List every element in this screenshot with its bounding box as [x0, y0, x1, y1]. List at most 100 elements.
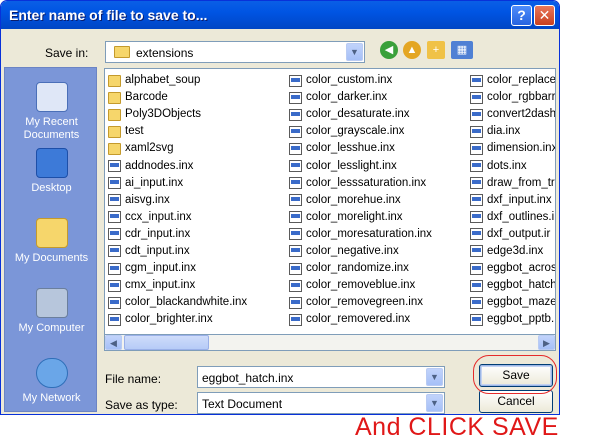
- file-icon: [289, 160, 302, 173]
- file-list-item[interactable]: aisvg.inx: [108, 192, 288, 209]
- file-list-item[interactable]: eggbot_pptb.: [470, 311, 555, 328]
- file-list-item[interactable]: cgm_input.inx: [108, 260, 288, 277]
- chevron-down-icon[interactable]: ▼: [426, 394, 443, 412]
- file-list-item[interactable]: color_lesslight.inx: [289, 157, 469, 174]
- scroll-thumb[interactable]: [124, 335, 209, 350]
- file-list-item[interactable]: Barcode: [108, 89, 288, 106]
- file-icon: [108, 194, 121, 207]
- file-list-item[interactable]: color_desaturate.inx: [289, 106, 469, 123]
- file-icon: [470, 125, 483, 138]
- file-name-text: color_removered.inx: [306, 313, 411, 326]
- file-icon: [289, 211, 302, 224]
- file-list-item[interactable]: dimension.inx: [470, 140, 555, 157]
- place-my-documents[interactable]: My Documents: [5, 218, 98, 265]
- file-name-text: cmx_input.inx: [125, 279, 196, 292]
- file-list-item[interactable]: color_brighter.inx: [108, 311, 288, 328]
- file-list-item[interactable]: Poly3DObjects: [108, 106, 288, 123]
- file-list-item[interactable]: color_negative.inx: [289, 243, 469, 260]
- file-list-item[interactable]: addnodes.inx: [108, 157, 288, 174]
- save-as-type-arrow[interactable]: ▼: [426, 394, 443, 412]
- file-list-item[interactable]: dxf_input.inx: [470, 192, 555, 209]
- file-list-item[interactable]: color_removered.inx: [289, 311, 469, 328]
- place-my-network[interactable]: My Network: [5, 358, 98, 405]
- up-folder-icon[interactable]: ▲: [403, 41, 421, 59]
- file-list-item[interactable]: ccx_input.inx: [108, 209, 288, 226]
- file-list-item[interactable]: color_darker.inx: [289, 89, 469, 106]
- file-icon: [470, 194, 483, 207]
- file-list-item[interactable]: alphabet_soup: [108, 72, 288, 89]
- file-list-item[interactable]: color_replace: [470, 72, 555, 89]
- file-list-item[interactable]: color_rgbbarr: [470, 89, 556, 106]
- file-list-item[interactable]: dxf_outlines.i: [470, 209, 555, 226]
- file-list-item[interactable]: draw_from_tr: [470, 175, 555, 192]
- file-list-item[interactable]: cdr_input.inx: [108, 226, 288, 243]
- file-list-item[interactable]: color_blackandwhite.inx: [108, 294, 288, 311]
- file-icon: [108, 279, 121, 292]
- file-list-item[interactable]: color_morehue.inx: [289, 192, 469, 209]
- file-list-item[interactable]: eggbot_hatch: [470, 277, 555, 294]
- file-name-text: color_rgbbarr: [487, 91, 556, 104]
- place-my-computer[interactable]: My Computer: [5, 288, 98, 335]
- file-name-text: color_desaturate.inx: [306, 108, 410, 121]
- file-name-text: aisvg.inx: [125, 193, 170, 206]
- file-list-item[interactable]: color_randomize.inx: [289, 260, 469, 277]
- recent-documents-icon: [35, 82, 68, 112]
- file-list-item[interactable]: edge3d.inx: [470, 243, 555, 260]
- scroll-left-icon[interactable]: ◀: [105, 335, 122, 350]
- file-list-item[interactable]: color_grayscale.inx: [289, 123, 469, 140]
- file-list-item[interactable]: color_moresaturation.inx: [289, 226, 469, 243]
- file-icon: [470, 228, 483, 241]
- place-recent[interactable]: My Recent Documents: [5, 82, 98, 142]
- file-name-input[interactable]: eggbot_hatch.inx ▼: [197, 366, 445, 388]
- file-name-text: color_brighter.inx: [125, 313, 213, 326]
- file-list-item[interactable]: color_lesshue.inx: [289, 140, 469, 157]
- file-icon: [108, 228, 121, 241]
- file-list-item[interactable]: color_morelight.inx: [289, 209, 469, 226]
- file-list-item[interactable]: color_removegreen.inx: [289, 294, 469, 311]
- file-list-item[interactable]: dots.inx: [470, 157, 555, 174]
- place-label: My Computer: [18, 322, 85, 334]
- file-icon: [470, 211, 483, 224]
- file-list-item[interactable]: color_custom.inx: [289, 72, 469, 89]
- file-name-text: Poly3DObjects: [125, 108, 202, 121]
- file-list-item[interactable]: xaml2svg: [108, 140, 288, 157]
- save-as-type-label: Save as type:: [105, 398, 178, 412]
- file-icon: [470, 296, 483, 309]
- chevron-down-icon[interactable]: ▼: [426, 368, 443, 386]
- file-list-item[interactable]: cmx_input.inx: [108, 277, 288, 294]
- file-name-text: color_darker.inx: [306, 91, 388, 104]
- file-list-item[interactable]: ai_input.inx: [108, 175, 288, 192]
- file-list-item[interactable]: dia.inx: [470, 123, 555, 140]
- file-list-item[interactable]: eggbot_acros: [470, 260, 555, 277]
- chevron-down-icon[interactable]: ▼: [346, 43, 363, 61]
- file-list-item[interactable]: cdt_input.inx: [108, 243, 288, 260]
- file-list[interactable]: alphabet_soup Barcode Poly3DObjects test xam…: [104, 68, 556, 351]
- file-name-dropdown[interactable]: ▼: [426, 368, 443, 386]
- title-bar[interactable]: Enter name of file to save to... ? ✕: [1, 1, 559, 29]
- help-button[interactable]: ?: [511, 5, 532, 26]
- save-in-dropdown[interactable]: extensions ▼: [105, 41, 365, 63]
- file-icon: [289, 245, 302, 258]
- horizontal-scrollbar[interactable]: ◀ ▶: [104, 334, 556, 351]
- file-icon: [289, 296, 302, 309]
- file-list-item[interactable]: convert2dash: [470, 106, 555, 123]
- views-menu-icon[interactable]: ▦: [451, 41, 473, 59]
- new-folder-icon[interactable]: +: [427, 41, 445, 59]
- scroll-right-icon[interactable]: ▶: [538, 335, 555, 350]
- close-button[interactable]: ✕: [534, 5, 555, 26]
- file-list-item[interactable]: test: [108, 123, 288, 140]
- file-icon: [289, 108, 302, 121]
- place-label: My Recent Documents: [23, 116, 80, 141]
- file-icon: [470, 279, 483, 292]
- file-list-item[interactable]: color_lesssaturation.inx: [289, 175, 469, 192]
- file-list-item[interactable]: eggbot_maze: [470, 294, 555, 311]
- file-list-item[interactable]: color_removeblue.inx: [289, 277, 469, 294]
- back-icon[interactable]: ◀: [380, 41, 398, 59]
- file-list-item[interactable]: dxf_output.ir: [470, 226, 555, 243]
- file-icon: [289, 177, 302, 190]
- file-icon: [289, 313, 302, 326]
- place-desktop[interactable]: Desktop: [5, 148, 98, 195]
- file-name-text: color_lesssaturation.inx: [306, 176, 427, 189]
- file-name-text: eggbot_pptb.: [487, 313, 555, 326]
- save-as-type-dropdown[interactable]: Text Document ▼: [197, 392, 445, 414]
